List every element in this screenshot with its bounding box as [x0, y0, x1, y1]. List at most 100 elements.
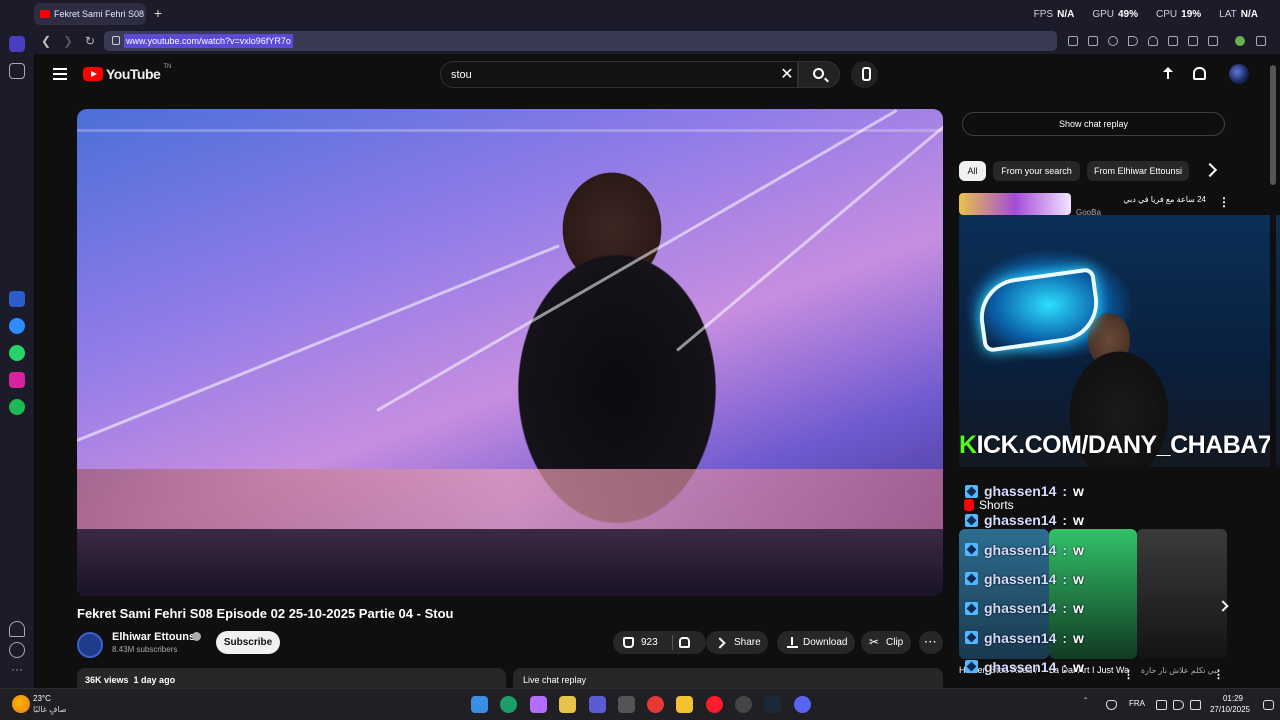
search-box[interactable] [440, 61, 798, 88]
download-icon [787, 637, 798, 648]
tray-overflow-icon[interactable]: ˆ [1084, 697, 1095, 708]
perf-value: N/A [1240, 9, 1258, 20]
thumbs-up-icon[interactable] [623, 637, 634, 648]
pinboard-icon[interactable] [9, 63, 25, 79]
bridge-stripe [676, 109, 943, 352]
chat-overlay: ghassen14: w ghassen14: w ghassen14: w ghassen… [959, 480, 1229, 688]
chat-username: ghassen14 [984, 658, 1057, 675]
steam-icon[interactable] [764, 696, 781, 713]
network-icon[interactable] [1156, 700, 1167, 710]
extensions-icon[interactable] [1256, 36, 1266, 46]
more-icon[interactable]: ··· [9, 663, 25, 680]
scrollbar-thumb[interactable] [1270, 65, 1276, 185]
discord-icon[interactable] [794, 696, 811, 713]
weather-temperature[interactable]: 23°C [33, 694, 51, 703]
url-text[interactable]: www.youtube.com/watch?v=vxlo96fYR7o [124, 34, 293, 48]
snapshot-icon[interactable] [1068, 36, 1078, 46]
battery-icon[interactable] [1190, 700, 1201, 710]
favorites-icon[interactable] [9, 621, 25, 637]
shield-icon[interactable] [1108, 36, 1118, 46]
edge-icon[interactable] [500, 696, 517, 713]
visual-studio-icon[interactable] [589, 696, 606, 713]
hamburger-menu-icon[interactable] [53, 68, 67, 80]
aria-icon[interactable] [9, 291, 25, 307]
skyline-stripe [77, 129, 943, 132]
user-avatar[interactable] [1229, 64, 1249, 84]
recommended-thumbnail[interactable] [959, 193, 1071, 215]
home-icon[interactable] [9, 36, 25, 52]
voice-search-button[interactable] [851, 61, 878, 88]
unity-icon[interactable] [618, 696, 635, 713]
more-actions-button[interactable]: ··· [919, 631, 943, 654]
chat-username: ghassen14 [984, 629, 1057, 646]
new-tab-button[interactable]: + [151, 6, 165, 20]
chat-separator: : [1062, 570, 1068, 587]
chat-message: ghassen14: w [965, 597, 1084, 619]
address-bar[interactable]: www.youtube.com/watch?v=vxlo96fYR7o [104, 31, 1057, 51]
kick-badge-icon [965, 601, 978, 615]
play-icon[interactable] [1128, 36, 1138, 46]
messenger-icon[interactable] [9, 318, 25, 334]
weather-description[interactable]: صافٍ غالبًا [33, 705, 67, 714]
perf-value: 19% [1181, 9, 1202, 20]
back-button[interactable]: ❮ [38, 33, 54, 49]
recommended-more-icon[interactable]: ⋮ [1218, 195, 1230, 209]
video-player[interactable] [77, 109, 943, 596]
reload-button[interactable]: ↻ [82, 33, 98, 49]
perf-cpu: CPU 19% [1156, 9, 1201, 20]
notifications-icon[interactable] [1263, 700, 1274, 710]
forward-button[interactable]: ❯ [60, 33, 76, 49]
like-count[interactable]: 923 [641, 631, 658, 654]
spotify-icon[interactable] [9, 399, 25, 415]
channel-avatar[interactable] [77, 632, 103, 658]
chip-from-channel[interactable]: From Elhiwar Ettounsi [1087, 161, 1189, 181]
thumbs-down-icon[interactable] [679, 637, 690, 648]
chrome-icon[interactable] [647, 696, 664, 713]
chip-from-search[interactable]: From your search [993, 161, 1080, 181]
start-icon[interactable] [471, 696, 488, 713]
download-icon[interactable] [1168, 36, 1178, 46]
camera-icon[interactable] [1088, 36, 1098, 46]
download-button[interactable]: Download [777, 631, 855, 654]
recommended-title[interactable]: 24 ساعة مع فريا في دبي [1076, 195, 1206, 204]
windows-taskbar: 23°C صافٍ غالبًا ˆ FRA 01:29 27/10/2025 [0, 688, 1280, 720]
share-button[interactable]: Share [706, 631, 768, 654]
subscribe-button[interactable]: Subscribe [216, 631, 280, 654]
upload-icon[interactable] [1160, 66, 1176, 82]
chat-message: ghassen14: w [965, 627, 1084, 649]
show-chat-replay-button[interactable]: Show chat replay [962, 112, 1225, 136]
kick-badge-icon [965, 513, 978, 527]
notifications-bell-icon[interactable] [1193, 67, 1206, 80]
page-scrollbar[interactable] [1270, 57, 1276, 688]
chip-all[interactable]: All [959, 161, 986, 181]
history-icon[interactable] [9, 642, 25, 658]
clock-date[interactable]: 27/10/2025 [1202, 705, 1258, 714]
store-icon[interactable] [559, 696, 576, 713]
chat-separator: : [1062, 512, 1068, 529]
youtube-logo[interactable]: YouTube TN [83, 64, 171, 82]
chevron-right-icon[interactable] [1202, 162, 1218, 178]
browser-tab[interactable]: Fekret Sami Fehri S08 [34, 3, 146, 25]
channel-name[interactable]: Elhiwar Ettounsi [112, 631, 198, 643]
opera-gx-icon[interactable] [706, 696, 723, 713]
clear-search-icon[interactable]: ✕ [778, 66, 796, 84]
video-title: Fekret Sami Fehri S08 Episode 02 25-10-2… [77, 606, 454, 621]
file-explorer-icon[interactable] [676, 696, 693, 713]
copilot-icon[interactable] [530, 696, 547, 713]
whatsapp-icon[interactable] [9, 345, 25, 361]
vpn-icon[interactable] [1235, 36, 1245, 46]
microphone-icon[interactable] [1106, 700, 1117, 710]
search-input[interactable] [451, 66, 771, 84]
weather-icon[interactable] [12, 695, 30, 713]
search-button[interactable] [798, 61, 840, 88]
youtube-favicon-icon [40, 10, 50, 18]
clip-button[interactable]: ✂ Clip [861, 631, 911, 654]
heart-icon[interactable] [1148, 36, 1158, 46]
instagram-icon[interactable] [9, 372, 25, 388]
clock-time[interactable]: 01:29 [1208, 694, 1258, 703]
language-indicator[interactable]: FRA [1129, 699, 1145, 708]
menu-icon[interactable] [1188, 36, 1198, 46]
volume-icon[interactable] [1173, 700, 1184, 710]
gamebar-icon[interactable] [735, 696, 752, 713]
profile-icon[interactable] [1208, 36, 1218, 46]
